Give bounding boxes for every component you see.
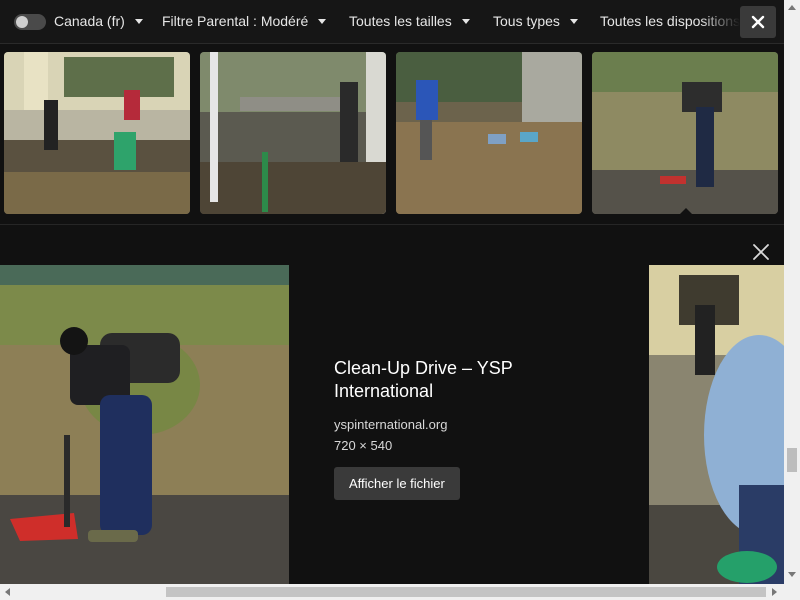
- image-title[interactable]: Clean-Up Drive – YSP International: [334, 357, 574, 403]
- chevron-down-icon: [461, 18, 470, 24]
- photo-thumbnail-1: [4, 52, 190, 214]
- scroll-left-icon[interactable]: [5, 588, 10, 596]
- scroll-up-icon[interactable]: [788, 5, 796, 10]
- photo-thumbnail-4: [592, 52, 778, 214]
- filter-type[interactable]: Tous types: [493, 13, 578, 29]
- horizontal-scrollbar[interactable]: [0, 584, 800, 600]
- photo-next: [649, 265, 784, 585]
- image-preview-panel: Clean-Up Drive – YSP International yspin…: [0, 224, 784, 585]
- photo-main: [0, 265, 289, 585]
- toggle-knob: [16, 16, 28, 28]
- close-icon: [753, 244, 769, 260]
- chevron-down-icon: [318, 18, 327, 24]
- view-file-button[interactable]: Afficher le fichier: [334, 467, 460, 500]
- thumb-2[interactable]: [200, 52, 386, 214]
- preview-next-image[interactable]: [649, 265, 784, 585]
- filter-bar: Canada (fr) Filtre Parental : Modéré Tou…: [0, 0, 784, 44]
- vertical-scrollbar[interactable]: [784, 0, 800, 584]
- chevron-down-icon: [134, 18, 143, 24]
- source-site[interactable]: yspinternational.org: [334, 417, 574, 432]
- filter-region[interactable]: Canada (fr): [54, 13, 143, 29]
- thumb-3[interactable]: [396, 52, 582, 214]
- horizontal-scroll-thumb[interactable]: [166, 587, 766, 597]
- vertical-scroll-thumb[interactable]: [787, 448, 797, 472]
- thumb-1[interactable]: [4, 52, 190, 214]
- safe-search-toggle[interactable]: [14, 14, 46, 30]
- photo-thumbnail-2: [200, 52, 386, 214]
- image-dimensions: 720 × 540: [334, 438, 393, 453]
- close-filters-button[interactable]: [740, 6, 776, 38]
- close-preview-button[interactable]: [750, 241, 772, 263]
- filter-parental[interactable]: Filtre Parental : Modéré: [162, 13, 327, 29]
- filter-fade: [700, 0, 740, 43]
- chevron-down-icon: [569, 18, 578, 24]
- scroll-down-icon[interactable]: [788, 572, 796, 577]
- scroll-right-icon[interactable]: [772, 588, 777, 596]
- photo-thumbnail-3: [396, 52, 582, 214]
- close-icon: [751, 15, 765, 29]
- preview-info: Clean-Up Drive – YSP International yspin…: [334, 357, 574, 500]
- thumb-4-selected[interactable]: [592, 52, 778, 214]
- selection-pointer: [678, 208, 694, 216]
- preview-main-image[interactable]: [0, 265, 289, 585]
- filter-size[interactable]: Toutes les tailles: [349, 13, 470, 29]
